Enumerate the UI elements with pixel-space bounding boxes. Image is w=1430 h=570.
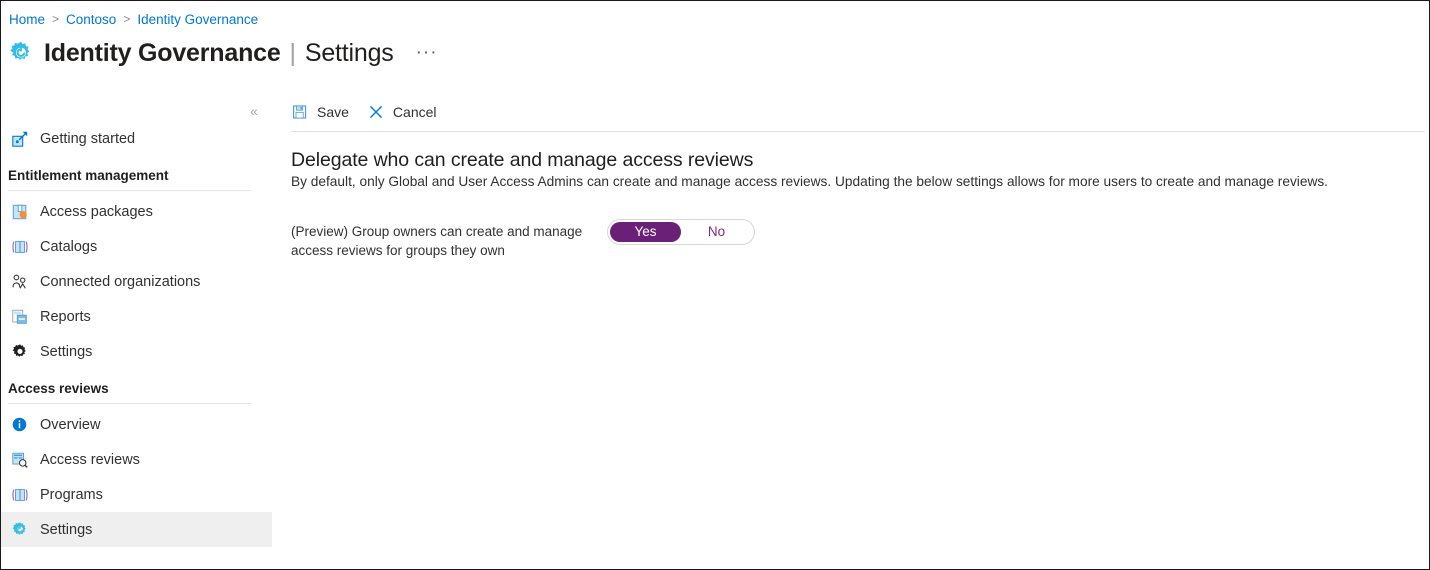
page-title: Identity Governance | Settings ··· [44, 39, 438, 68]
setting-label: (Preview) Group owners can create and ma… [291, 224, 583, 258]
sidebar-item-reports[interactable]: Reports [1, 299, 272, 334]
rocket-icon [9, 128, 30, 149]
sidebar-item-label: Programs [40, 486, 103, 503]
section-description: By default, only Global and User Access … [291, 174, 1328, 189]
breadcrumb-item-identity-governance[interactable]: Identity Governance [136, 12, 259, 27]
sidebar-item-programs[interactable]: Programs [1, 477, 272, 512]
sidebar-item-label: Getting started [40, 130, 136, 147]
sidebar-item-label: Settings [40, 521, 93, 538]
breadcrumb-item-contoso[interactable]: Contoso [65, 12, 117, 27]
sidebar-item-label: Catalogs [40, 238, 98, 255]
sidebar-item-access-reviews[interactable]: Access reviews [1, 442, 272, 477]
book-icon [9, 236, 30, 257]
sidebar-item-label: Access packages [40, 203, 153, 220]
sidebar-item-connected-organizations[interactable]: Connected organizations [1, 264, 272, 299]
toggle-option-no[interactable]: No [681, 222, 752, 242]
group-owners-toggle[interactable]: Yes No [607, 219, 755, 245]
sidebar-item-catalogs[interactable]: Catalogs [1, 229, 272, 264]
sidebar-section-entitlement-management: Entitlement management [8, 168, 169, 183]
save-icon [291, 103, 309, 121]
breadcrumb-item-home[interactable]: Home [8, 12, 46, 27]
sidebar-item-settings[interactable]: Settings [1, 512, 272, 547]
section-heading: Delegate who can create and manage acces… [291, 149, 754, 171]
people-icon [9, 271, 30, 292]
sidebar-section-divider [8, 403, 251, 404]
breadcrumb: Home > Contoso > Identity Governance [8, 9, 259, 29]
sidebar-item-getting-started[interactable]: Getting started [1, 121, 272, 156]
breadcrumb-separator: > [123, 12, 131, 26]
breadcrumb-separator: > [52, 12, 60, 26]
gear-icon [8, 40, 34, 66]
gear-dark-icon [9, 341, 30, 362]
sidebar-section-divider [8, 190, 251, 191]
sidebar-section-access-reviews: Access reviews [8, 381, 109, 396]
sidebar-item-label: Settings [40, 343, 93, 360]
cancel-label: Cancel [392, 104, 437, 120]
sidebar-item-label: Reports [40, 308, 91, 325]
page-title-row: Identity Governance | Settings ··· [8, 35, 438, 71]
toggle-option-yes[interactable]: Yes [610, 222, 681, 242]
gear-cyan-icon [9, 519, 30, 540]
page-title-sub: Settings [304, 38, 394, 67]
cancel-button[interactable]: Cancel [367, 97, 437, 127]
sidebar: « Getting started Entitlement management [1, 93, 273, 569]
save-label: Save [317, 104, 349, 120]
sidebar-item-label: Access reviews [40, 451, 140, 468]
sidebar-item-overview[interactable]: Overview [1, 407, 272, 442]
collapse-sidebar-button[interactable]: « [243, 100, 265, 122]
save-button[interactable]: Save [291, 97, 349, 127]
close-icon [367, 103, 385, 121]
azure-portal-screen: Home > Contoso > Identity Governance Ide… [0, 0, 1430, 570]
page-title-main: Identity Governance [44, 38, 281, 67]
page-title-divider: | [289, 38, 297, 67]
sidebar-item-access-packages[interactable]: Access packages [1, 194, 272, 229]
settings-body: Delegate who can create and manage acces… [273, 131, 1429, 260]
command-bar-divider [291, 131, 1425, 132]
review-search-icon [9, 449, 30, 470]
command-bar: Save Cancel [273, 93, 1429, 132]
more-options-button[interactable]: ··· [416, 43, 438, 62]
info-icon [9, 414, 30, 435]
sidebar-item-label: Connected organizations [40, 273, 201, 290]
sidebar-item-label: Overview [40, 416, 101, 433]
sidebar-item-entitlement-settings[interactable]: Settings [1, 334, 272, 369]
setting-row-group-owners: (Preview) Group owners can create and ma… [291, 219, 1421, 260]
reports-icon [9, 306, 30, 327]
package-icon [9, 201, 30, 222]
content-pane: Save Cancel Delegate who can create and … [273, 93, 1429, 569]
book-icon [9, 484, 30, 505]
